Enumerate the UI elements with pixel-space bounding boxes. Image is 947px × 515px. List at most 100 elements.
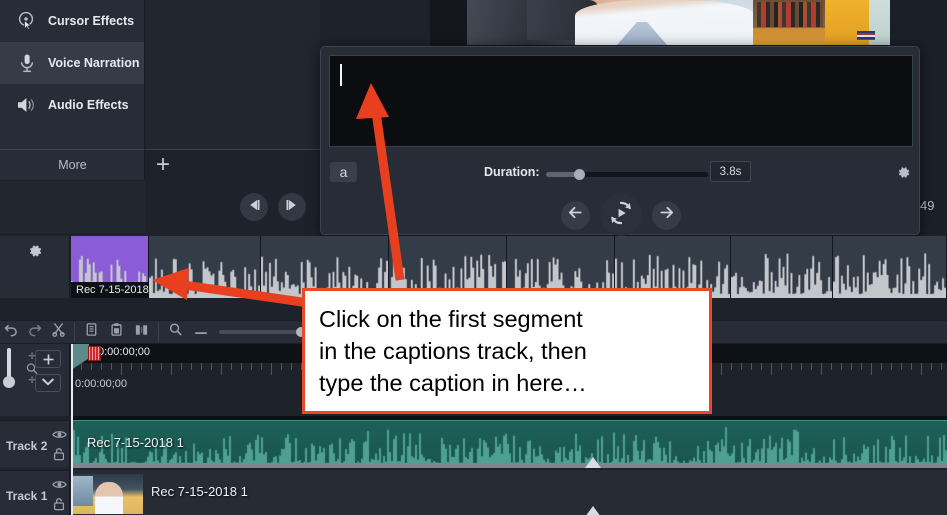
copy-icon xyxy=(84,322,99,342)
copy-button[interactable] xyxy=(79,320,104,344)
eye-icon[interactable] xyxy=(52,427,67,445)
magnifier-icon xyxy=(168,322,183,342)
ruler-tick xyxy=(751,363,752,370)
arrow-left-icon xyxy=(567,205,584,225)
caption-segment[interactable] xyxy=(731,236,833,298)
ruler-tick xyxy=(131,363,132,370)
step-forward-icon xyxy=(284,198,300,217)
ruler-tick xyxy=(91,363,92,370)
ruler-tick xyxy=(261,363,262,370)
track-name: Track 1 xyxy=(6,489,48,503)
zoom-fit-button[interactable] xyxy=(35,374,61,392)
playhead-marker[interactable] xyxy=(88,346,101,361)
duration-value-field[interactable]: 3.8s xyxy=(710,161,751,182)
caption-controls-row: a Duration: 3.8s xyxy=(321,154,921,194)
plus-icon[interactable]: + xyxy=(156,153,170,177)
app-root: Cursor Effects Voice Narration Audio Eff… xyxy=(0,0,947,515)
playhead-time: 0:00:00;00 xyxy=(98,346,150,358)
transport-left-fill xyxy=(0,181,146,233)
zoom-out-button[interactable] xyxy=(188,320,213,344)
ruler-tick xyxy=(791,363,792,370)
duration-slider[interactable] xyxy=(546,169,708,180)
track-2-scrollbar[interactable] xyxy=(71,463,947,468)
track-header-track-2[interactable]: Track 2 xyxy=(0,420,70,468)
ruler-tick xyxy=(811,363,812,370)
track-clip-track-1[interactable]: Rec 7-15-2018 1 xyxy=(71,470,947,515)
clip-label: Rec 7-15-2018 1 xyxy=(151,484,248,499)
track-header-track-1[interactable]: Track 1 xyxy=(0,470,70,515)
undo-icon xyxy=(4,323,19,342)
ruler-tick xyxy=(821,363,822,375)
gear-icon xyxy=(896,167,911,184)
ruler-tick xyxy=(731,363,732,370)
playhead-marker-stripes xyxy=(89,347,100,360)
caption-text-input[interactable] xyxy=(329,55,913,147)
ruler-tick xyxy=(901,363,902,370)
duration-slider-knob[interactable] xyxy=(574,169,585,180)
split-icon xyxy=(134,323,149,342)
cut-button[interactable] xyxy=(47,320,70,344)
clip-thumbnail xyxy=(71,474,143,514)
step-back-button[interactable] xyxy=(240,193,268,221)
more-label: More xyxy=(58,158,87,172)
lock-icon[interactable] xyxy=(53,447,65,466)
caption-segment[interactable]: Rec 7-15-2018 1 xyxy=(71,236,181,298)
caption-playback-row xyxy=(321,194,921,236)
scissors-icon xyxy=(51,322,66,342)
ruler-tick xyxy=(871,363,872,375)
track-1-marker[interactable] xyxy=(585,506,601,515)
playhead-line xyxy=(71,344,73,515)
redo-button[interactable] xyxy=(23,320,46,344)
zoom-in-button[interactable] xyxy=(35,350,61,368)
eye-icon[interactable] xyxy=(52,477,67,495)
next-caption-button[interactable] xyxy=(652,200,681,230)
split-button[interactable] xyxy=(129,320,154,344)
instruction-callout: Click on the first segment in the captio… xyxy=(302,288,712,414)
lock-icon[interactable] xyxy=(53,497,65,515)
ruler-tick xyxy=(801,363,802,370)
previous-caption-button[interactable] xyxy=(561,200,590,230)
toolbar-divider-2 xyxy=(158,322,159,342)
video-preview xyxy=(430,0,947,48)
preview-wood-panel xyxy=(753,28,828,45)
effects-item-voice-narration[interactable]: Voice Narration xyxy=(0,42,144,84)
cursor-effects-icon xyxy=(6,11,48,31)
effects-more-button[interactable]: More xyxy=(0,149,145,180)
ruler-tick xyxy=(881,363,882,370)
speaker-icon xyxy=(6,95,48,115)
font-style-button[interactable]: a xyxy=(330,162,357,182)
ruler-tick xyxy=(831,363,832,370)
ruler-tick xyxy=(911,363,912,370)
ruler-tick xyxy=(921,363,922,375)
preview-number: 49 xyxy=(920,198,935,213)
effects-item-cursor-effects[interactable]: Cursor Effects xyxy=(0,0,144,42)
ruler-tick xyxy=(281,363,282,370)
replay-caption-button[interactable] xyxy=(600,194,642,236)
caption-segment[interactable] xyxy=(833,236,947,298)
volume-slider-knob[interactable] xyxy=(3,376,15,388)
ruler-tick xyxy=(291,363,292,370)
caption-segment[interactable] xyxy=(149,236,261,298)
undo-button[interactable] xyxy=(0,320,23,344)
zoom-tool-button[interactable] xyxy=(163,320,188,344)
track-name: Track 2 xyxy=(6,439,48,453)
track-clip-track-2[interactable]: Rec 7-15-2018 1 xyxy=(71,420,947,468)
effects-item-audio-effects[interactable]: Audio Effects xyxy=(0,84,144,126)
caption-editor-panel: a Duration: 3.8s xyxy=(320,46,921,236)
toolbar-divider xyxy=(74,322,75,342)
ruler-tick xyxy=(151,363,152,370)
chevron-down-icon xyxy=(41,374,55,392)
effects-item-label: Cursor Effects xyxy=(48,14,135,28)
effects-item-label: Voice Narration xyxy=(48,56,140,70)
step-back-icon xyxy=(246,198,262,217)
ruler-tick xyxy=(851,363,852,370)
thumbnail-window xyxy=(71,476,93,506)
ruler-tick xyxy=(201,363,202,370)
ruler-tick xyxy=(101,363,102,370)
step-forward-button[interactable] xyxy=(278,193,306,221)
gear-icon[interactable] xyxy=(27,243,43,264)
paste-button[interactable] xyxy=(104,320,129,344)
duration-label: Duration: xyxy=(484,165,540,179)
timeline-zoom-slider[interactable] xyxy=(219,327,306,337)
caption-settings-button[interactable] xyxy=(896,165,911,185)
